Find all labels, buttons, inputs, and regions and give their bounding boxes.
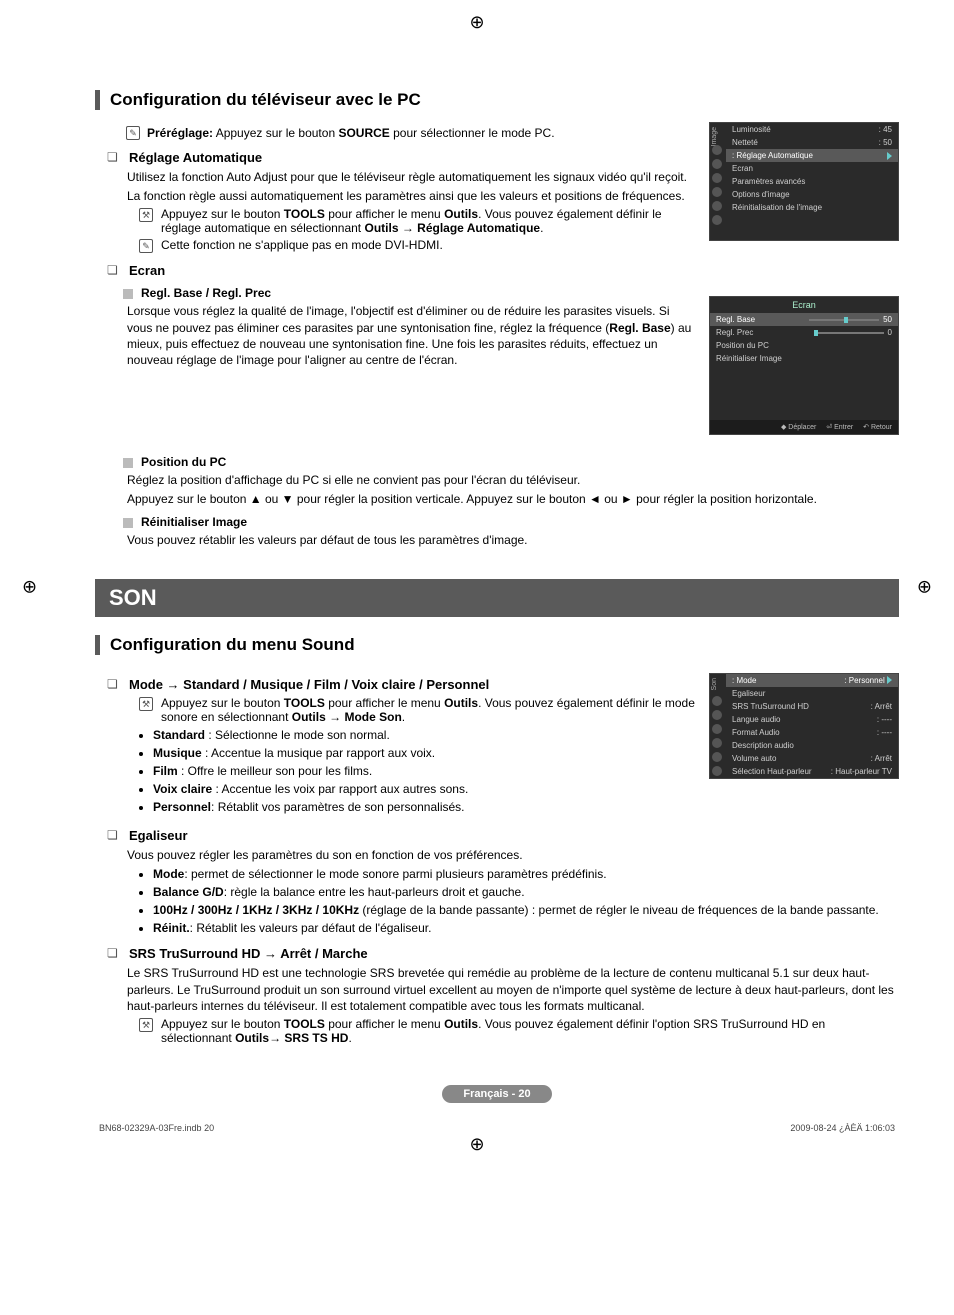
- subsection-mark: ❏: [107, 677, 121, 691]
- subsection-mark: ❏: [107, 828, 121, 842]
- osd-son-menu: Son : Mode: Personnel Egaliseur SRS TruS…: [709, 673, 899, 779]
- section-heading-sound: Configuration du menu Sound: [95, 635, 899, 655]
- mode-list: Standard : Sélectionne le mode son norma…: [95, 727, 695, 816]
- tools-icon: ⚒: [139, 1017, 155, 1032]
- regl-base-body: Lorsque vous réglez la qualité de l'imag…: [95, 303, 695, 368]
- heading-auto: Réglage Automatique: [129, 150, 262, 165]
- crop-mark-bottom: ⊕: [469, 1134, 484, 1155]
- srs-p: Le SRS TruSurround HD est une technologi…: [95, 965, 899, 1014]
- eq-p: Vous pouvez régler les paramètres du son…: [95, 847, 899, 863]
- auto-p1: Utilisez la fonction Auto Adjust pour qu…: [95, 169, 695, 185]
- osd-image-menu: Image Luminosité: 45 Netteté: 50 : Régla…: [709, 122, 899, 241]
- heading-ecran: Ecran: [129, 263, 165, 278]
- osd-highlight: : Mode: [732, 676, 756, 685]
- srs-tools-text: Appuyez sur le bouton TOOLS pour affiche…: [161, 1017, 899, 1045]
- osd-side-icons: [712, 696, 722, 776]
- osd-ecran-menu: Ecran Regl. Base50 Regl. Prec0 Position …: [709, 296, 899, 435]
- reset-image-p: Vous pouvez rétablir les valeurs par déf…: [95, 532, 899, 548]
- footer-left: BN68-02329A-03Fre.indb 20: [99, 1123, 214, 1133]
- auto-note: Cette fonction ne s'applique pas en mode…: [161, 238, 443, 252]
- bullet-square: [123, 458, 133, 468]
- eq-list: Mode: permet de sélectionner le mode son…: [95, 866, 899, 937]
- arrow-right-icon: [887, 152, 892, 160]
- note-icon: ✎: [125, 126, 141, 140]
- subsection-mark: ❏: [107, 263, 121, 277]
- arrow-right-icon: [887, 676, 892, 684]
- position-pc-p2: Appuyez sur le bouton ▲ ou ▼ pour régler…: [95, 491, 899, 507]
- heading-position-pc: Position du PC: [141, 455, 226, 469]
- heading-srs: SRS TruSurround HD → Arrêt / Marche: [129, 946, 368, 961]
- mode-tools-text: Appuyez sur le bouton TOOLS pour affiche…: [161, 696, 695, 724]
- print-footer: BN68-02329A-03Fre.indb 20 2009-08-24 ¿ÀÈ…: [95, 1123, 899, 1133]
- bullet-square: [123, 518, 133, 528]
- osd-title: Ecran: [710, 297, 898, 313]
- auto-tools-text: Appuyez sur le bouton TOOLS pour affiche…: [161, 207, 695, 235]
- bullet-square: [123, 289, 133, 299]
- auto-p2: La fonction règle aussi automatiquement …: [95, 188, 695, 204]
- page-number: Français - 20: [442, 1085, 552, 1103]
- heading-egaliseur: Egaliseur: [129, 828, 188, 843]
- subsection-mark: ❏: [107, 946, 121, 960]
- section-heading-pc: Configuration du téléviseur avec le PC: [95, 90, 899, 110]
- note-icon: ✎: [139, 238, 155, 253]
- osd-highlight: : Réglage Automatique: [732, 151, 813, 160]
- prereglage-text: Préréglage: Appuyez sur le bouton SOURCE…: [147, 126, 555, 140]
- heading-mode: Mode → Standard / Musique / Film / Voix …: [129, 677, 489, 692]
- footer-right: 2009-08-24 ¿ÀÈÄ 1:06:03: [790, 1123, 895, 1133]
- osd-side-label: Image: [711, 127, 718, 146]
- son-heading-bar: SON: [95, 579, 899, 617]
- osd-side-label: Son: [711, 678, 718, 690]
- subsection-mark: ❏: [107, 150, 121, 164]
- position-pc-p1: Réglez la position d'affichage du PC si …: [95, 472, 899, 488]
- heading-regl-base: Regl. Base / Regl. Prec: [141, 286, 271, 300]
- tools-icon: ⚒: [139, 207, 155, 222]
- osd-footer: ◆ Déplacer ⏎ Entrer ↶ Retour: [710, 420, 898, 434]
- page: Configuration du téléviseur avec le PC ✎…: [0, 0, 954, 1173]
- osd-side-icons: [712, 145, 722, 225]
- tools-icon: ⚒: [139, 696, 155, 711]
- heading-reset-image: Réinitialiser Image: [141, 515, 247, 529]
